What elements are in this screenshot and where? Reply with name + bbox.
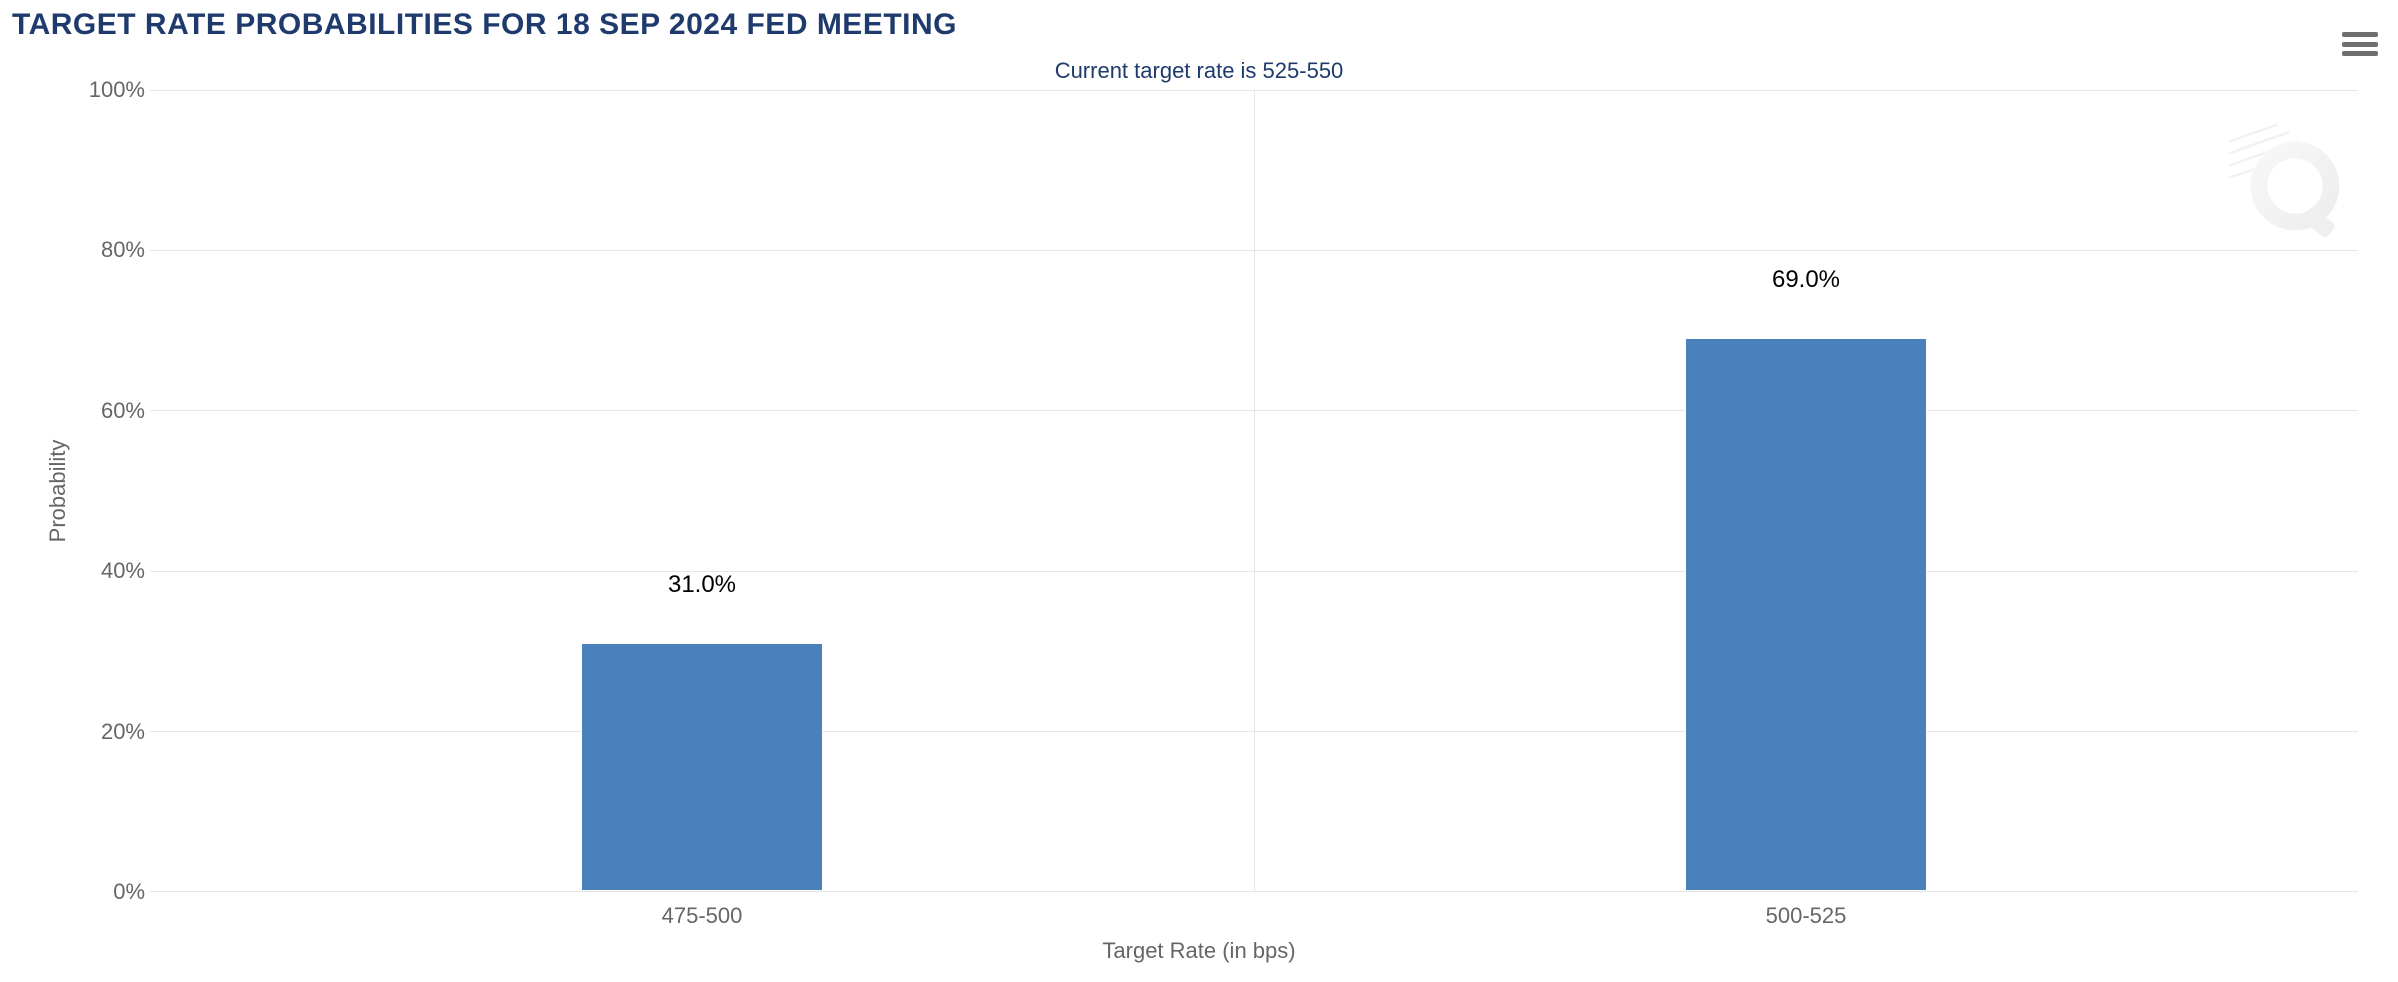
bar-value-label: 31.0% bbox=[668, 571, 736, 607]
chart-menu-button[interactable] bbox=[2340, 28, 2380, 60]
x-axis-title: Target Rate (in bps) bbox=[0, 938, 2398, 964]
y-tick-label: 40% bbox=[50, 558, 145, 584]
hamburger-icon bbox=[2342, 32, 2378, 37]
plot-area: Probability 31.0%475-50069.0%500-525 0%2… bbox=[50, 90, 2358, 892]
y-tick-label: 0% bbox=[50, 879, 145, 905]
bar[interactable] bbox=[581, 643, 824, 891]
chart-container: TARGET RATE PROBABILITIES FOR 18 SEP 202… bbox=[0, 0, 2398, 982]
y-tick-label: 100% bbox=[50, 77, 145, 103]
plot-inner: 31.0%475-50069.0%500-525 bbox=[150, 90, 2358, 892]
gridline bbox=[150, 891, 2358, 892]
chart-subtitle: Current target rate is 525-550 bbox=[0, 58, 2398, 84]
y-tick-label: 60% bbox=[50, 398, 145, 424]
category-divider bbox=[1254, 90, 1255, 891]
x-tick-label: 475-500 bbox=[662, 891, 743, 929]
bar-value-label: 69.0% bbox=[1772, 266, 1840, 302]
y-tick-label: 80% bbox=[50, 237, 145, 263]
x-tick-label: 500-525 bbox=[1766, 891, 1847, 929]
bar[interactable] bbox=[1685, 338, 1928, 891]
y-axis-title: Probability bbox=[45, 440, 71, 543]
y-tick-label: 20% bbox=[50, 719, 145, 745]
chart-title: TARGET RATE PROBABILITIES FOR 18 SEP 202… bbox=[12, 8, 957, 42]
